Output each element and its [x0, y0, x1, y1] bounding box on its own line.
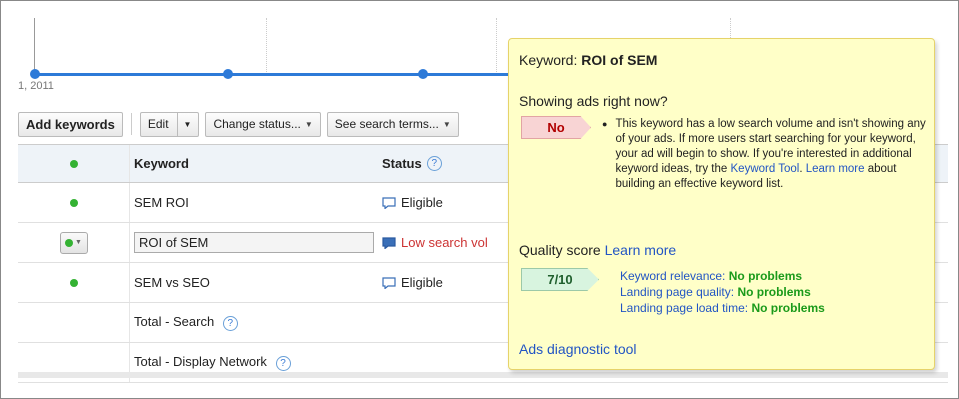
change-status-button[interactable]: Change status... ▼ — [205, 111, 321, 137]
quality-metrics: Keyword relevance: No problems Landing p… — [620, 268, 825, 316]
quality-score-heading: Quality score Learn more — [519, 242, 677, 258]
status-column-header[interactable]: Status ? — [378, 156, 508, 171]
see-search-terms-label: See search terms... — [334, 117, 439, 131]
status-dot-column-header — [18, 145, 130, 182]
change-status-label: Change status... — [213, 117, 301, 131]
status-cell: Eligible — [378, 275, 508, 290]
enabled-dot-icon — [69, 198, 78, 207]
chevron-down-icon[interactable]: ▼ — [176, 112, 191, 136]
quality-score-badge: 7/10 — [521, 268, 599, 291]
bullet-icon: ● — [602, 119, 608, 129]
enabled-dot-icon — [69, 278, 78, 287]
keyword-column-header[interactable]: Keyword — [130, 156, 378, 171]
keyword-status-tooltip: Keyword: ROI of SEM Showing ads right no… — [508, 38, 935, 370]
chevron-down-icon: ▼ — [442, 119, 451, 129]
showing-ads-question: Showing ads right now? — [519, 93, 668, 109]
chart-point[interactable] — [30, 69, 40, 79]
status-text: Low search vol — [401, 235, 488, 250]
metric-row: Keyword relevance: No problems — [620, 269, 803, 283]
status-cell: Low search vol — [378, 235, 508, 250]
keyword-edit-field[interactable]: ROI of SEM — [134, 232, 374, 253]
speech-bubble-icon[interactable] — [382, 236, 396, 249]
keyword-tool-link[interactable]: Keyword Tool — [731, 163, 800, 175]
chevron-down-icon: ▼ — [304, 119, 313, 129]
chart-point[interactable] — [418, 69, 428, 79]
low-volume-explanation: ● This keyword has a low search volume a… — [602, 118, 926, 190]
chart-date-label: 1, 2011 — [18, 80, 54, 92]
status-cell: Eligible — [378, 195, 508, 210]
tooltip-keyword: ROI of SEM — [581, 52, 658, 68]
status-header-label: Status — [382, 156, 422, 171]
metric-link[interactable]: Landing page load time: — [620, 301, 748, 315]
chart-gridline — [496, 18, 497, 74]
status-text: Eligible — [401, 195, 443, 210]
status-dot-cell — [18, 183, 130, 222]
learn-more-link[interactable]: Learn more — [806, 163, 865, 175]
status-text: Eligible — [401, 275, 443, 290]
metric-link[interactable]: Keyword relevance: — [620, 269, 725, 283]
total-display-label: Total - Display Network ? — [130, 354, 291, 371]
help-icon[interactable]: ? — [222, 316, 238, 331]
edit-button-label: Edit — [147, 117, 169, 131]
speech-bubble-icon[interactable] — [382, 196, 396, 209]
status-dot-cell: ▼ — [18, 223, 130, 262]
help-icon[interactable]: ? — [275, 356, 291, 371]
keyword-cell: SEM vs SEO — [134, 275, 210, 290]
keyword-status-dropdown[interactable]: ▼ — [59, 231, 88, 254]
keyword-cell: ROI of SEM — [130, 232, 378, 253]
edit-button[interactable]: Edit ▼ — [139, 111, 200, 137]
tooltip-title: Keyword: ROI of SEM — [519, 52, 658, 68]
metric-link[interactable]: Landing page quality: — [620, 285, 734, 299]
table-footer-bar — [18, 372, 948, 378]
help-icon[interactable]: ? — [426, 156, 442, 171]
see-search-terms-button[interactable]: See search terms... ▼ — [326, 111, 459, 137]
ads-diagnostic-tool-link[interactable]: Ads diagnostic tool — [519, 341, 637, 357]
chart-gridline — [266, 18, 267, 74]
status-dot-icon — [69, 159, 78, 168]
metric-row: Landing page quality: No problems — [620, 285, 811, 299]
keyword-cell: SEM ROI — [134, 195, 189, 210]
chart-point[interactable] — [223, 69, 233, 79]
total-search-label: Total - Search ? — [130, 314, 378, 331]
add-keywords-button[interactable]: Add keywords — [18, 111, 123, 137]
showing-ads-no-badge: No — [521, 116, 591, 139]
quality-learn-more-link[interactable]: Learn more — [605, 242, 677, 258]
speech-bubble-icon[interactable] — [382, 276, 396, 289]
enabled-dot-icon — [65, 238, 74, 247]
chevron-down-icon: ▼ — [75, 239, 82, 246]
status-dot-cell — [18, 263, 130, 302]
metric-row: Landing page load time: No problems — [620, 301, 825, 315]
toolbar-divider — [130, 113, 132, 135]
